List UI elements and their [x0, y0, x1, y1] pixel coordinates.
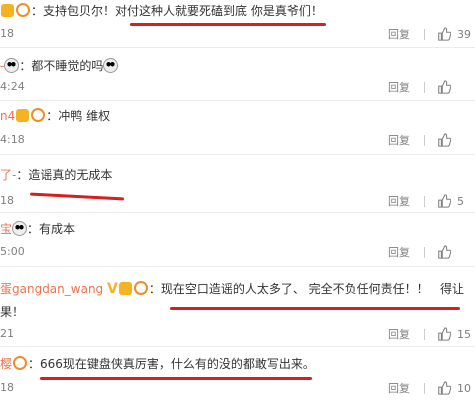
comment-line-cont: 果！	[0, 304, 24, 320]
reply-button[interactable]: 回复	[388, 79, 410, 95]
like-count: 15	[457, 327, 471, 341]
comment-actions: 回复 5	[388, 193, 475, 209]
commenter-name[interactable]: 了-	[0, 168, 16, 182]
crown-badge-icon	[16, 109, 30, 122]
ring-badge-icon	[13, 356, 28, 370]
divider	[424, 246, 425, 258]
comment-text: 造谣真的无成本	[28, 168, 113, 182]
separator: ：	[16, 168, 29, 182]
separator: ：	[27, 222, 40, 236]
ring-badge-icon	[16, 3, 30, 17]
reply-button[interactable]: 回复	[388, 326, 410, 342]
like-count: 10	[457, 381, 471, 395]
comment-text: 现在空口造谣的人太多了、 完全不负任何责任！！	[160, 282, 429, 296]
highlight-underline	[130, 23, 326, 26]
thumbs-up-icon[interactable]	[437, 80, 451, 94]
comment-divider	[0, 346, 475, 347]
comment-actions: 回复 39	[388, 26, 475, 42]
commenter-name[interactable]: 樱	[0, 357, 12, 371]
panda-emoji-icon	[103, 58, 119, 73]
comment-line: n4 ：冲鸭 维权	[0, 108, 110, 124]
separator: ：	[46, 109, 59, 123]
divider	[424, 382, 425, 394]
separator: ：	[31, 4, 44, 18]
panda-emoji-icon	[4, 58, 20, 73]
comment-line: 了-：造谣真的无成本	[0, 167, 112, 183]
comment-time: 4:24	[0, 80, 25, 93]
divider	[424, 195, 425, 207]
commenter-name[interactable]: 宝	[0, 222, 12, 236]
comment-time: 18	[0, 194, 14, 207]
comment-text: 支持包贝尔！对付这种人就要死磕到底 你是真爷们！	[43, 4, 323, 18]
comment-divider	[0, 100, 475, 101]
panda-emoji-icon	[12, 221, 28, 236]
separator: ：	[148, 282, 161, 296]
reply-button[interactable]: 回复	[388, 244, 410, 260]
thumbs-up-icon[interactable]	[437, 133, 451, 147]
comment-text-end: 得让	[440, 282, 465, 296]
comment-actions: 回复 10	[388, 380, 475, 396]
comment-line: 蛋gangdan_wang V ：现在空口造谣的人太多了、 完全不负任何责任！！ 得…	[0, 281, 464, 297]
crown-badge-icon	[1, 4, 14, 17]
reply-button[interactable]: 回复	[388, 193, 410, 209]
comment-time: 21	[0, 327, 14, 340]
reply-button[interactable]: 回复	[388, 26, 410, 42]
comment-line: ：支持包贝尔！对付这种人就要死磕到底 你是真爷们！	[0, 3, 323, 19]
separator: ：	[19, 59, 32, 73]
reply-button[interactable]: 回复	[388, 380, 410, 396]
comment-divider	[0, 47, 475, 48]
comment-time: 18	[0, 381, 14, 394]
comment-line: 樱 ：666现在键盘侠真厉害，什么有的没的都敢写出来。	[0, 356, 315, 372]
divider	[424, 328, 425, 340]
comment-text: 冲鸭 维权	[58, 109, 111, 123]
comment-actions: 回复	[388, 132, 475, 148]
thumbs-up-icon[interactable]	[437, 327, 451, 341]
comment-text: 都不睡觉的吗	[31, 59, 104, 73]
separator: ：	[28, 357, 41, 371]
comment-time: 4:18	[0, 133, 25, 146]
comment-text-cont: 果！	[0, 305, 25, 319]
comment-line: - ：都不睡觉的吗	[0, 58, 119, 74]
ring-badge-icon	[31, 108, 46, 122]
divider	[424, 28, 425, 40]
comment-actions: 回复	[388, 244, 475, 260]
thumbs-up-icon[interactable]	[437, 381, 451, 395]
highlight-underline	[170, 307, 460, 310]
comment-line: 宝 ：有成本	[0, 221, 75, 237]
highlight-underline	[29, 192, 125, 201]
like-count: 39	[457, 27, 471, 41]
thumbs-up-icon[interactable]	[437, 245, 451, 259]
crown-badge-icon	[118, 282, 132, 295]
like-count: 5	[457, 194, 464, 208]
verified-v-icon: V	[107, 281, 118, 297]
ring-badge-icon	[133, 281, 148, 295]
comment-actions: 回复 15	[388, 326, 475, 342]
comment-actions: 回复	[388, 79, 475, 95]
reply-button[interactable]: 回复	[388, 132, 410, 148]
comment-text: 666现在键盘侠真厉害，什么有的没的都敢写出来。	[40, 357, 315, 371]
commenter-name[interactable]: n4	[0, 109, 15, 123]
commenter-name[interactable]: 蛋gangdan_wang	[0, 282, 103, 296]
divider	[424, 134, 425, 146]
thumbs-up-icon[interactable]	[437, 27, 451, 41]
comment-divider	[0, 266, 475, 267]
comment-divider	[0, 212, 475, 213]
thumbs-up-icon[interactable]	[437, 194, 451, 208]
comment-time: 18	[0, 27, 14, 40]
comment-time: 5:00	[0, 245, 25, 258]
highlight-underline	[40, 377, 312, 380]
comment-text: 有成本	[39, 222, 76, 236]
comment-divider	[0, 154, 475, 155]
divider	[424, 81, 425, 93]
